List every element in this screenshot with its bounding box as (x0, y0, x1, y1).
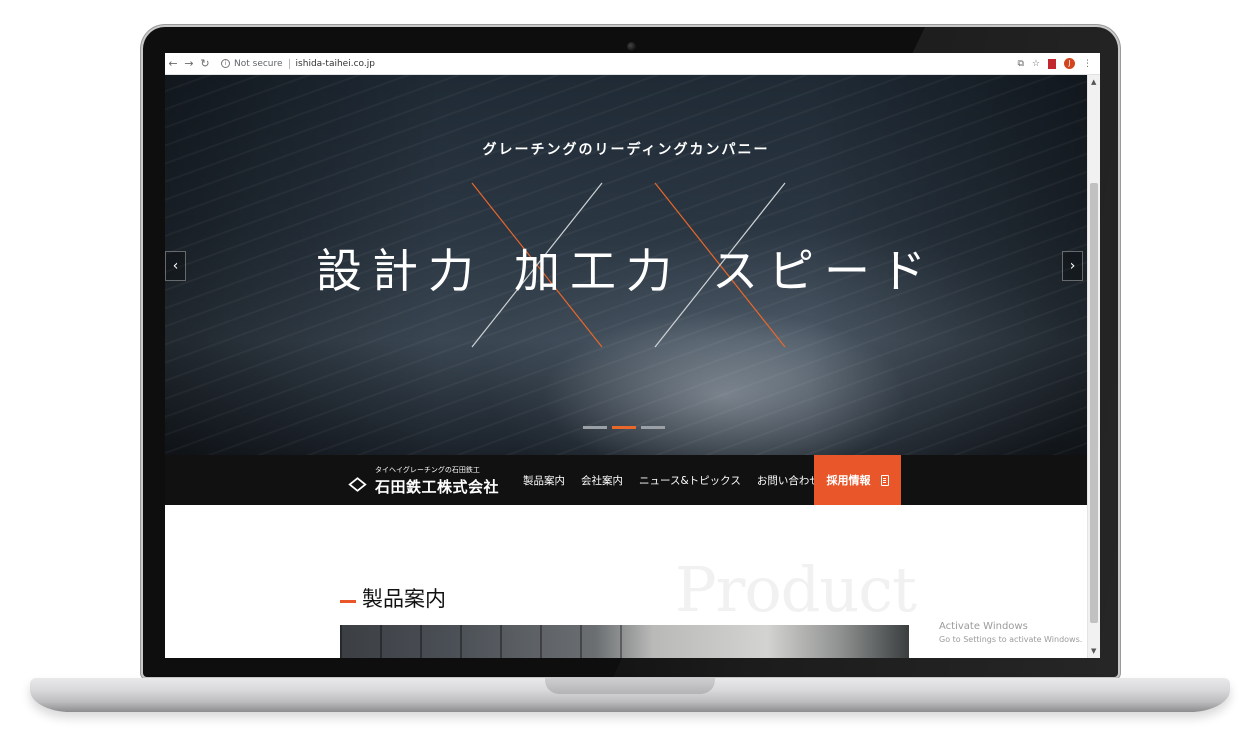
security-label: Not secure (234, 58, 283, 69)
headline-word: 加工力 (514, 244, 682, 298)
reload-icon[interactable]: ↻ (197, 53, 213, 75)
nav-item-products[interactable]: 製品案内 (523, 473, 565, 488)
slide-dot-3[interactable] (641, 426, 665, 429)
heading-accent-bar (340, 599, 356, 603)
chevron-right-icon: › (1069, 258, 1076, 274)
forward-arrow-icon[interactable]: → (181, 53, 197, 75)
recruit-label: 採用情報 (826, 474, 871, 487)
logo-mark-icon (348, 477, 367, 492)
toolbar-actions: ⧉ ☆ J ⋮ (1017, 58, 1100, 69)
slider-prev-button[interactable]: ‹ (165, 251, 186, 281)
page-scrollbar[interactable]: ▲ ▼ (1087, 75, 1100, 658)
hero-headline: 設計力 加工力 スピード (165, 235, 1087, 298)
windows-activation-watermark: Activate Windows Go to Settings to activ… (939, 621, 1082, 644)
webcam (627, 42, 636, 51)
nav-item-contact[interactable]: お問い合わせ (757, 473, 820, 488)
logo-name: 石田鉄工株式会社 (375, 478, 500, 496)
star-icon[interactable]: ☆ (1032, 59, 1040, 69)
nav-item-news[interactable]: ニュース&トピックス (639, 473, 741, 488)
document-icon (880, 474, 889, 486)
nav-item-company[interactable]: 会社案内 (581, 473, 623, 488)
info-icon[interactable]: i (221, 59, 230, 68)
browser-toolbar: ← → ↻ i Not secure ishida-taihei.co.jp ⧉… (165, 53, 1100, 75)
logo-subtitle: タイヘイグレーチングの石田鉄工 (375, 466, 480, 474)
address-bar[interactable]: i Not secure ishida-taihei.co.jp (221, 58, 375, 69)
recruit-button[interactable]: 採用情報 (814, 455, 901, 505)
headline-word: スピード (712, 244, 936, 298)
building-facade (340, 625, 625, 658)
headline-word: 設計力 (316, 244, 484, 298)
activation-subtitle: Go to Settings to activate Windows. (939, 635, 1083, 644)
slide-dot-2[interactable] (612, 426, 636, 429)
url-text[interactable]: ishida-taihei.co.jp (296, 59, 375, 69)
pdf-extension-icon[interactable] (1048, 58, 1056, 69)
slider-pagination (583, 426, 665, 429)
slide-dot-1[interactable] (583, 426, 607, 429)
product-section-title: 製品案内 (362, 587, 446, 611)
back-arrow-icon[interactable]: ← (165, 53, 181, 75)
translate-icon[interactable]: ⧉ (1017, 59, 1023, 69)
profile-avatar[interactable]: J (1064, 58, 1075, 69)
menu-dots-icon[interactable]: ⋮ (1083, 59, 1092, 69)
nav-menu: 製品案内 会社案内 ニュース&トピックス お問い合わせ (523, 455, 820, 505)
product-section-heading: 製品案内 (340, 583, 446, 613)
slider-next-button[interactable]: › (1062, 251, 1083, 281)
product-background-word: Product (675, 553, 917, 626)
laptop-notch (545, 678, 715, 694)
scroll-thumb[interactable] (1090, 183, 1098, 623)
laptop-screen: ← → ↻ i Not secure ishida-taihei.co.jp ⧉… (165, 53, 1100, 658)
scroll-up-arrow-icon[interactable]: ▲ (1091, 78, 1096, 86)
scroll-down-arrow-icon[interactable]: ▼ (1091, 647, 1096, 655)
chevron-left-icon: ‹ (172, 258, 179, 274)
address-separator (288, 58, 290, 69)
site-navbar: タイヘイグレーチングの石田鉄工 石田鉄工株式会社 製品案内 会社案内 ニュース&… (165, 455, 1087, 505)
activation-title: Activate Windows (939, 621, 1028, 632)
hero-slider: グレーチングのリーディングカンパニー 設計力 加工力 スピード ‹ › (165, 75, 1087, 455)
product-banner-image[interactable] (340, 625, 909, 658)
